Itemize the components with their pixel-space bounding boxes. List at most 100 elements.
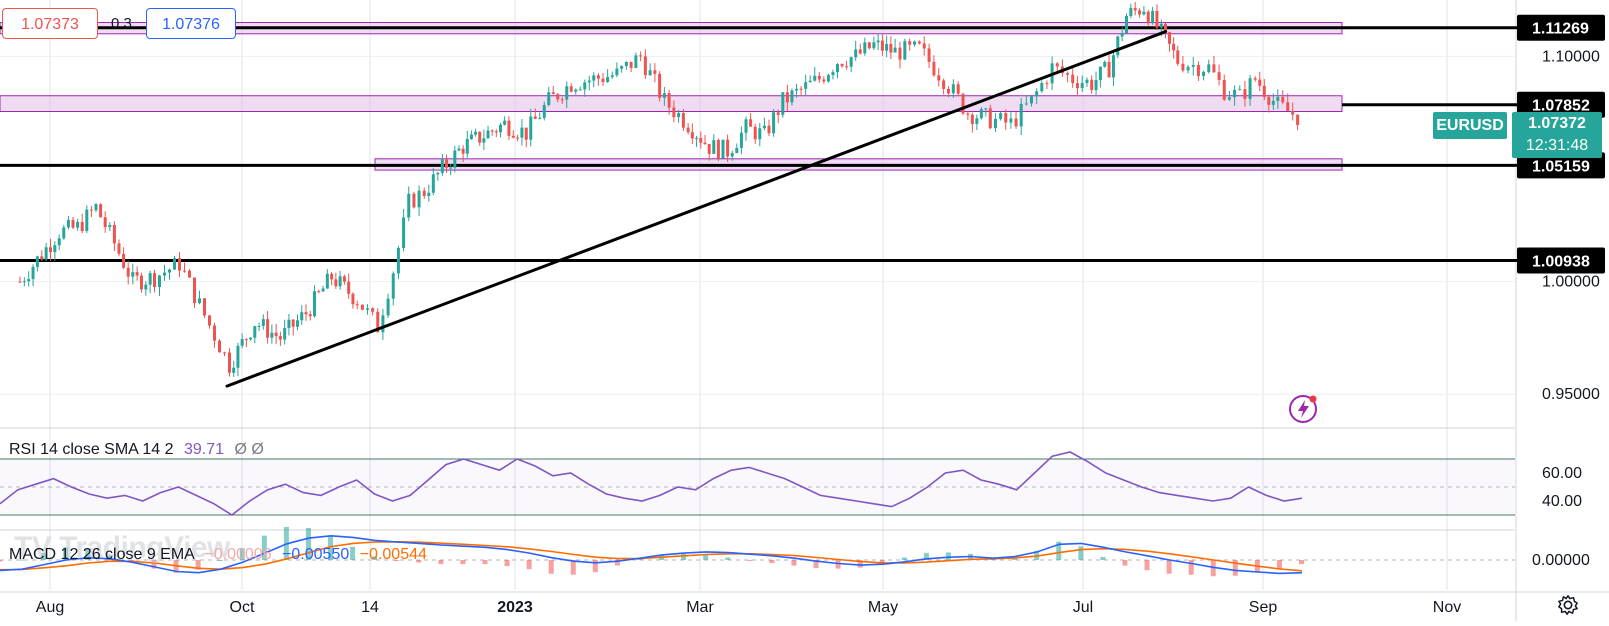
candle-body	[490, 130, 494, 132]
candle-body	[1159, 23, 1163, 28]
candle-body	[494, 131, 498, 133]
candle-body	[1146, 11, 1150, 24]
candle-body	[662, 93, 666, 98]
sell-price-box[interactable]: 1.07373	[2, 8, 98, 39]
candle-body	[266, 319, 270, 338]
candle-body	[961, 93, 965, 114]
candle-body	[951, 84, 955, 94]
candle-body	[232, 367, 236, 373]
candle-body	[867, 42, 871, 49]
macd-histogram-bar	[725, 557, 731, 560]
candle-body	[1125, 16, 1128, 33]
time-tick-label: Oct	[230, 599, 255, 616]
candle-body	[790, 90, 794, 103]
macd-histogram-bar	[901, 557, 907, 560]
rsi-legend[interactable]: RSI 14 close SMA 14 2 39.71 Ø Ø	[9, 441, 264, 459]
chart-canvas[interactable]: 60.00 40.00 0.00000 1.10000 1.00000 0.95000…	[0, 0, 1609, 621]
candle-body	[885, 44, 889, 51]
candle-body	[804, 82, 808, 89]
candle-body	[699, 138, 703, 143]
candle-body	[574, 89, 578, 92]
trendline-group	[225, 30, 1168, 388]
candle-body	[507, 120, 511, 136]
key-level-tag-label: 1.05159	[1532, 158, 1590, 175]
candle-body	[283, 327, 287, 340]
candle-body	[135, 272, 139, 276]
lightning-icon[interactable]	[1287, 391, 1321, 425]
candle-body	[1155, 10, 1159, 28]
gear-icon[interactable]	[1557, 594, 1579, 616]
candle-body	[1176, 50, 1180, 64]
buy-price-box[interactable]: 1.07376	[146, 8, 236, 39]
candle-body	[781, 92, 785, 115]
candle-body	[330, 273, 334, 280]
candle-body	[984, 108, 988, 110]
candle-body	[606, 76, 610, 82]
candle-body	[1243, 89, 1247, 99]
candle-body	[321, 288, 325, 292]
macd-histogram-bar	[1299, 560, 1304, 565]
candle-body	[270, 332, 274, 338]
candle-body	[524, 127, 528, 140]
candle-body	[529, 116, 533, 140]
candle-body	[776, 112, 780, 115]
candle-body	[946, 88, 950, 94]
candle-body	[342, 276, 346, 282]
candle-body	[672, 107, 676, 118]
candle-body	[71, 219, 75, 228]
candle-body	[880, 40, 884, 51]
candle-body	[1196, 65, 1200, 77]
candle-body	[511, 135, 515, 138]
candle-body	[257, 325, 261, 327]
candle-body	[898, 47, 902, 60]
candle-body	[677, 113, 681, 118]
candle-body	[1296, 114, 1300, 126]
candle-body	[1014, 118, 1018, 127]
rsi-pane: 60.00 40.00	[0, 451, 1582, 516]
candle-body	[89, 209, 93, 211]
candle-body	[80, 221, 84, 231]
candle-body	[730, 153, 734, 157]
chart-stage[interactable]: 60.00 40.00 0.00000 1.10000 1.00000 0.95000…	[0, 0, 1609, 621]
candle-body	[112, 225, 116, 244]
candle-body	[1191, 65, 1195, 67]
candle-body	[695, 138, 699, 140]
time-tick-label: Mar	[686, 599, 714, 616]
candle-body	[1212, 64, 1216, 73]
candle-body	[942, 80, 946, 89]
symbol-tag: EURUSD	[1433, 112, 1507, 139]
candle-body	[1267, 96, 1271, 105]
candle-body	[1085, 79, 1089, 84]
candle-body	[937, 75, 941, 81]
candle-body	[18, 281, 22, 283]
time-tick-label: 14	[361, 599, 379, 616]
candle-body	[556, 94, 560, 100]
macd-histogram-bar	[747, 560, 753, 562]
candle-body	[457, 148, 461, 151]
candle-body	[249, 337, 253, 340]
macd-tick-label: 0.00000	[1532, 552, 1590, 569]
countdown: 12:31:48	[1525, 137, 1589, 154]
candle-body	[1107, 61, 1111, 78]
candle-body	[402, 217, 406, 248]
candle-body	[927, 48, 931, 62]
candle-body	[53, 245, 57, 253]
macd-histogram-bar	[1188, 560, 1194, 575]
candle-body	[261, 319, 265, 326]
candle-body	[762, 125, 766, 129]
candle-body	[749, 119, 753, 127]
candle-body	[1024, 103, 1028, 105]
candle-body	[1207, 64, 1211, 72]
candle-body	[365, 308, 369, 310]
rsi-tick-label: 40.00	[1542, 493, 1582, 510]
candle-body	[712, 140, 716, 154]
candle-body	[291, 319, 295, 327]
candle-body	[99, 204, 103, 218]
candle-body	[371, 308, 375, 312]
macd-legend[interactable]: MACD 12 26 close 9 EMA −0.00006 −0.00550…	[9, 546, 427, 564]
macd-histogram-bar	[460, 560, 466, 565]
candle-body	[139, 275, 143, 290]
candle-body	[596, 75, 600, 79]
candle-body	[538, 117, 542, 119]
candle-body	[338, 276, 342, 287]
